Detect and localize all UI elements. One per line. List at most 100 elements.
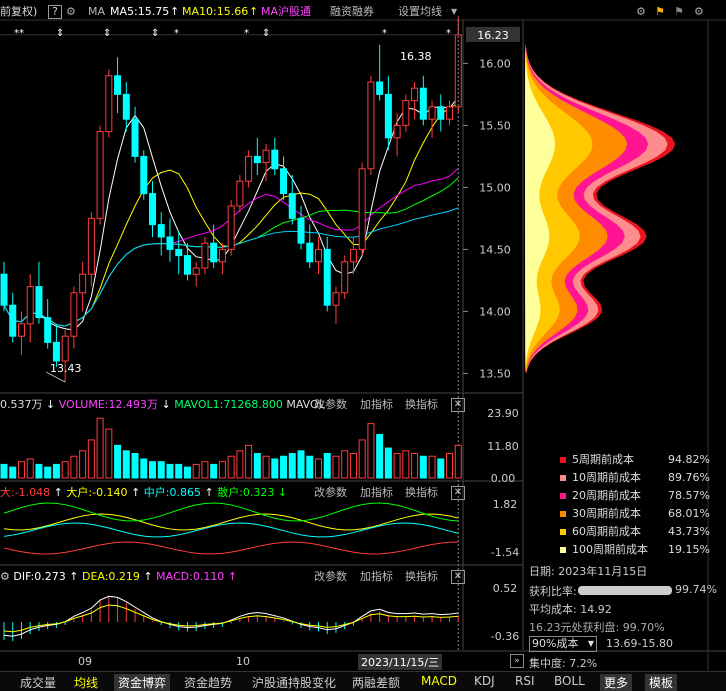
change-params-button[interactable]: 改参数 <box>314 485 347 501</box>
double-chevron-icon[interactable]: » <box>510 654 524 668</box>
gear-icon[interactable]: ⚙ <box>694 4 704 20</box>
event-marker[interactable]: ⇕ <box>151 28 159 39</box>
close-icon[interactable]: ✕ <box>451 398 465 412</box>
switch-indicator-button[interactable]: 换指标 <box>405 397 438 413</box>
candle <box>411 87 419 102</box>
candle <box>0 273 8 306</box>
close-icon[interactable]: ✕ <box>451 486 465 500</box>
volume-bar <box>131 453 139 479</box>
close-icon[interactable]: ✕ <box>451 570 465 584</box>
cost-percent-select[interactable]: 90%成本 ▼ <box>529 636 597 652</box>
tab-rsi[interactable]: RSI <box>515 674 535 688</box>
add-indicator-button[interactable]: 加指标 <box>360 485 393 501</box>
candle <box>17 323 25 337</box>
change-params-button[interactable]: 改参数 <box>314 397 347 413</box>
candle <box>183 255 191 275</box>
price-tick-label: 16.00 <box>479 57 511 70</box>
tab-volume[interactable]: 成交量 <box>20 674 56 691</box>
candle <box>131 118 139 157</box>
chevron-down-icon[interactable]: ▼ <box>451 4 457 20</box>
switch-indicator-button[interactable]: 换指标 <box>405 485 438 501</box>
up-arrow-icon: ↑ <box>131 486 144 499</box>
add-indicator-button[interactable]: 加指标 <box>360 569 393 585</box>
tab-template[interactable]: 模板 <box>645 674 678 691</box>
volume-bar <box>122 450 130 479</box>
legend-swatch <box>560 457 566 463</box>
volume-bar <box>262 455 270 479</box>
event-marker[interactable]: * <box>382 28 387 39</box>
up-arrow-icon: ↑ <box>204 486 218 499</box>
event-marker[interactable]: ⇕ <box>103 28 111 39</box>
up-arrow-icon: ↑ <box>249 5 259 18</box>
tab-macd[interactable]: MACD <box>421 674 457 688</box>
candle <box>402 100 410 126</box>
event-marker[interactable]: ⇕ <box>56 28 64 39</box>
candle <box>393 124 401 139</box>
tab-margin-diff[interactable]: 两融差额 <box>352 674 400 691</box>
mavol1-value: MAVOL1:71268.800 <box>174 398 283 411</box>
help-icon[interactable]: ? <box>48 5 62 19</box>
cost-legend-item: 100周期前成本 19.15% <box>560 541 710 559</box>
ma10-value: MA10:15.66 <box>182 5 249 18</box>
tab-boll[interactable]: BOLL <box>554 674 585 688</box>
tab-kdj[interactable]: KDJ <box>474 674 495 688</box>
tab-more[interactable]: 更多 <box>600 674 633 691</box>
capital-line <box>3 541 459 555</box>
volume-bar <box>140 458 148 479</box>
event-marker[interactable]: ** <box>14 28 24 39</box>
gear-icon[interactable]: ⚙ <box>636 4 646 20</box>
flag-icon[interactable]: ⚑ <box>674 4 684 20</box>
event-marker[interactable]: * <box>446 28 451 39</box>
candle <box>35 286 43 319</box>
volume-bar <box>437 458 445 479</box>
candle <box>175 248 183 257</box>
volume-tick-label: 23.90 <box>487 407 519 420</box>
tab-ma[interactable]: 均线 <box>74 674 98 691</box>
change-params-button[interactable]: 改参数 <box>314 569 347 585</box>
gear-icon[interactable]: ⚙ <box>0 570 13 583</box>
volume-bar <box>35 463 43 479</box>
candle <box>149 193 157 226</box>
candle <box>271 149 279 170</box>
candle <box>245 155 253 182</box>
adjust-mode-label[interactable]: 前复权) <box>0 4 37 20</box>
volume-bar <box>253 453 261 479</box>
dif-value: DIF:0.273 <box>13 570 66 583</box>
candle <box>236 180 244 207</box>
candle <box>419 87 427 120</box>
cursor-date: 2023/11/15/三 <box>358 654 443 670</box>
ma-label: MA <box>88 5 106 18</box>
event-marker[interactable]: ⇕ <box>262 28 270 39</box>
tab-hk-holding-change[interactable]: 沪股通持股变化 <box>252 674 336 691</box>
event-marker[interactable]: * <box>244 28 249 39</box>
volume-bar <box>149 461 157 479</box>
candle <box>210 242 218 263</box>
candle <box>253 155 261 164</box>
volume-bar <box>61 461 69 479</box>
switch-indicator-button[interactable]: 换指标 <box>405 569 438 585</box>
down-arrow-icon: ↓ <box>161 398 175 411</box>
legend-label: 5周期前成本 <box>572 453 634 466</box>
indicator-tab-bar: 成交量 均线 资金博弈 资金趋势 沪股通持股变化 两融差额 MACD KDJ R… <box>0 671 726 691</box>
flag-icon[interactable]: ⚑ <box>655 4 665 20</box>
gear-icon[interactable]: ⚙ <box>66 4 76 20</box>
down-arrow-icon: ↓ <box>46 398 59 411</box>
ma-settings-button[interactable]: 设置均线 <box>398 4 442 20</box>
candle <box>114 75 122 95</box>
candle <box>384 93 392 139</box>
tab-capital-game[interactable]: 资金博弈 <box>114 674 171 691</box>
margin-trading-button[interactable]: 融资融券 <box>330 4 374 20</box>
candle <box>122 93 130 120</box>
volume-bar <box>384 447 392 479</box>
tab-capital-trend[interactable]: 资金趋势 <box>184 674 232 691</box>
legend-value: 68.01% <box>668 507 710 520</box>
event-marker[interactable]: * <box>174 28 179 39</box>
volume-bar <box>218 461 226 479</box>
ma-hk-connect: MA沪股通 <box>261 5 312 18</box>
large-holder-value: 大户:-0.140 <box>66 486 128 499</box>
candle <box>201 242 209 269</box>
cost-legend-item: 60周期前成本 43.73% <box>560 523 710 541</box>
cost-range: 13.69-15.80 <box>606 637 673 650</box>
up-arrow-icon: ↑ <box>170 5 180 18</box>
add-indicator-button[interactable]: 加指标 <box>360 397 393 413</box>
